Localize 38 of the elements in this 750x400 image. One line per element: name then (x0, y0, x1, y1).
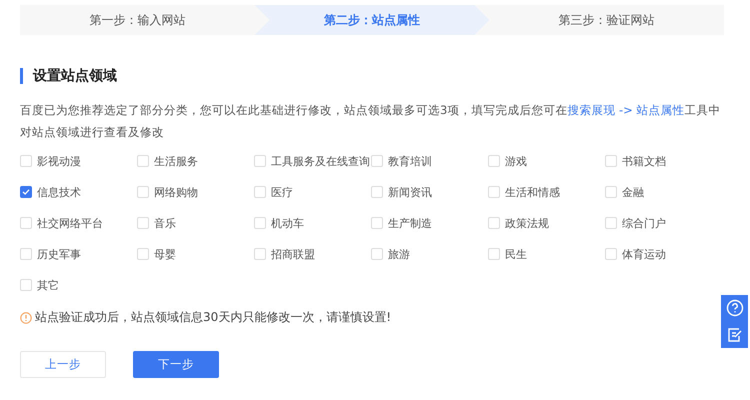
category-label[interactable]: 新闻资讯 (388, 184, 432, 200)
step-tab[interactable]: 第三步：验证网站 (489, 5, 724, 35)
category-label[interactable]: 旅游 (388, 246, 410, 262)
category-label[interactable]: 民生 (505, 246, 527, 262)
category-label[interactable]: 网络购物 (154, 184, 198, 200)
step-tab[interactable]: 第二步：站点属性 (254, 5, 490, 35)
step-tab[interactable]: 第一步：输入网站 (20, 5, 255, 35)
category-label[interactable]: 音乐 (154, 216, 176, 230)
category-label[interactable]: 政策法规 (505, 216, 549, 230)
warning-icon (20, 312, 32, 324)
category-label[interactable]: 医疗 (271, 184, 293, 200)
section-title: 设置站点领域 (20, 68, 724, 84)
category-label[interactable]: 金融 (622, 184, 644, 200)
category-label[interactable]: 书籍文档 (622, 154, 666, 168)
category-label[interactable]: 生活服务 (154, 154, 198, 168)
category-label[interactable]: 游戏 (505, 154, 527, 168)
checkbox[interactable] (20, 186, 32, 198)
category-label[interactable]: 体育运动 (622, 246, 666, 262)
category-label[interactable]: 其它 (37, 278, 59, 292)
category-label[interactable]: 生活和情感 (505, 184, 560, 200)
category-label[interactable]: 招商联盟 (271, 246, 315, 262)
previous-button[interactable]: 上一步 (20, 351, 106, 378)
attribute-link[interactable]: 搜索展现 -> 站点属性 (567, 103, 684, 117)
next-button[interactable]: 下一步 (133, 351, 219, 378)
category-label[interactable]: 生产制造 (388, 216, 432, 230)
category-label[interactable]: 工具服务及在线查询 (271, 154, 370, 168)
category-label[interactable]: 综合门户 (622, 216, 666, 230)
category-label[interactable]: 教育培训 (388, 154, 432, 168)
description-text: 百度已为您推荐选定了部分分类，您可以在此基础进行修改，站点领域最多可选3项，填写完成后您可在搜索展现 -> 站点属性工具中对站点领域进行查看及修改 (20, 102, 722, 141)
category-label[interactable]: 历史军事 (37, 246, 81, 262)
category-label[interactable]: 机动车 (271, 216, 304, 230)
edit-icon[interactable] (726, 326, 744, 344)
category-label[interactable]: 信息技术 (37, 184, 81, 200)
category-label[interactable]: 社交网络平台 (37, 216, 103, 230)
category-label[interactable]: 母婴 (154, 246, 176, 262)
warning-text: 站点验证成功后，站点领域信息30天内只能修改一次，请谨慎设置! (35, 309, 392, 326)
category-label[interactable]: 影视动漫 (37, 154, 81, 168)
help-icon[interactable] (726, 299, 744, 318)
